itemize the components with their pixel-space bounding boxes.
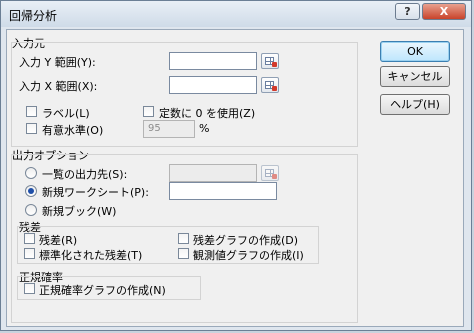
residual-plots-label: 残差グラフの作成(D) [193, 234, 299, 247]
new-sheet-name-input[interactable] [169, 182, 277, 200]
y-range-label: 入力 Y 範囲(Y): [19, 56, 96, 69]
residuals-checkbox[interactable] [24, 233, 35, 244]
range-marker-icon [272, 86, 277, 91]
new-workbook-radio[interactable] [25, 204, 37, 216]
title-help-button[interactable]: ? [395, 3, 420, 20]
constant-zero-checkbox[interactable] [143, 106, 154, 117]
output-range-input[interactable] [169, 164, 257, 182]
labels-checkbox[interactable] [26, 106, 37, 117]
help-button[interactable]: ヘルプ(H) [380, 94, 450, 115]
range-marker-icon [272, 174, 277, 179]
constant-zero-label: 定数に 0 を使用(Z) [159, 107, 256, 120]
confidence-checkbox-label: 有意水準(O) [42, 124, 104, 137]
confidence-level-input[interactable]: 95 [143, 120, 195, 138]
y-range-selector-button[interactable] [261, 53, 279, 69]
title-close-button[interactable]: X [422, 3, 466, 20]
output-range-label: 一覧の出力先(S): [42, 168, 128, 181]
title-bar: 回帰分析 ? X [1, 1, 471, 27]
y-range-input[interactable] [169, 52, 257, 70]
line-fit-plots-label: 観測値グラフの作成(I) [193, 249, 304, 262]
confidence-unit: % [199, 122, 210, 135]
residuals-label: 残差(R) [39, 234, 78, 247]
residual-plots-checkbox[interactable] [178, 233, 189, 244]
x-range-selector-button[interactable] [261, 77, 279, 93]
normal-probability-label: 正規確率グラフの作成(N) [39, 284, 166, 297]
new-sheet-label: 新規ワークシート(P): [42, 186, 149, 199]
new-workbook-label: 新規ブック(W) [42, 205, 117, 218]
dialog-title: 回帰分析 [9, 9, 58, 23]
range-marker-icon [272, 62, 277, 67]
standardized-residuals-checkbox[interactable] [24, 248, 35, 259]
output-range-selector-button[interactable] [261, 165, 279, 181]
normal-probability-checkbox[interactable] [24, 283, 35, 294]
standardized-residuals-label: 標準化された残差(T) [39, 249, 143, 262]
confidence-checkbox[interactable] [26, 123, 37, 134]
labels-checkbox-label: ラベル(L) [42, 107, 90, 120]
new-sheet-radio[interactable] [25, 185, 37, 197]
x-range-label: 入力 X 範囲(X): [19, 80, 98, 93]
regression-dialog: 回帰分析 ? X 入力元 入力 Y 範囲(Y): 入力 X 範囲(X): ラベル… [0, 0, 472, 331]
ok-button[interactable]: OK [380, 41, 450, 62]
cancel-button[interactable]: キャンセル [380, 66, 450, 87]
line-fit-plots-checkbox[interactable] [178, 248, 189, 259]
output-range-radio[interactable] [25, 167, 37, 179]
dialog-client-area: 入力元 入力 Y 範囲(Y): 入力 X 範囲(X): ラベル(L) 定数に 0… [6, 29, 464, 327]
x-range-input[interactable] [169, 76, 257, 94]
